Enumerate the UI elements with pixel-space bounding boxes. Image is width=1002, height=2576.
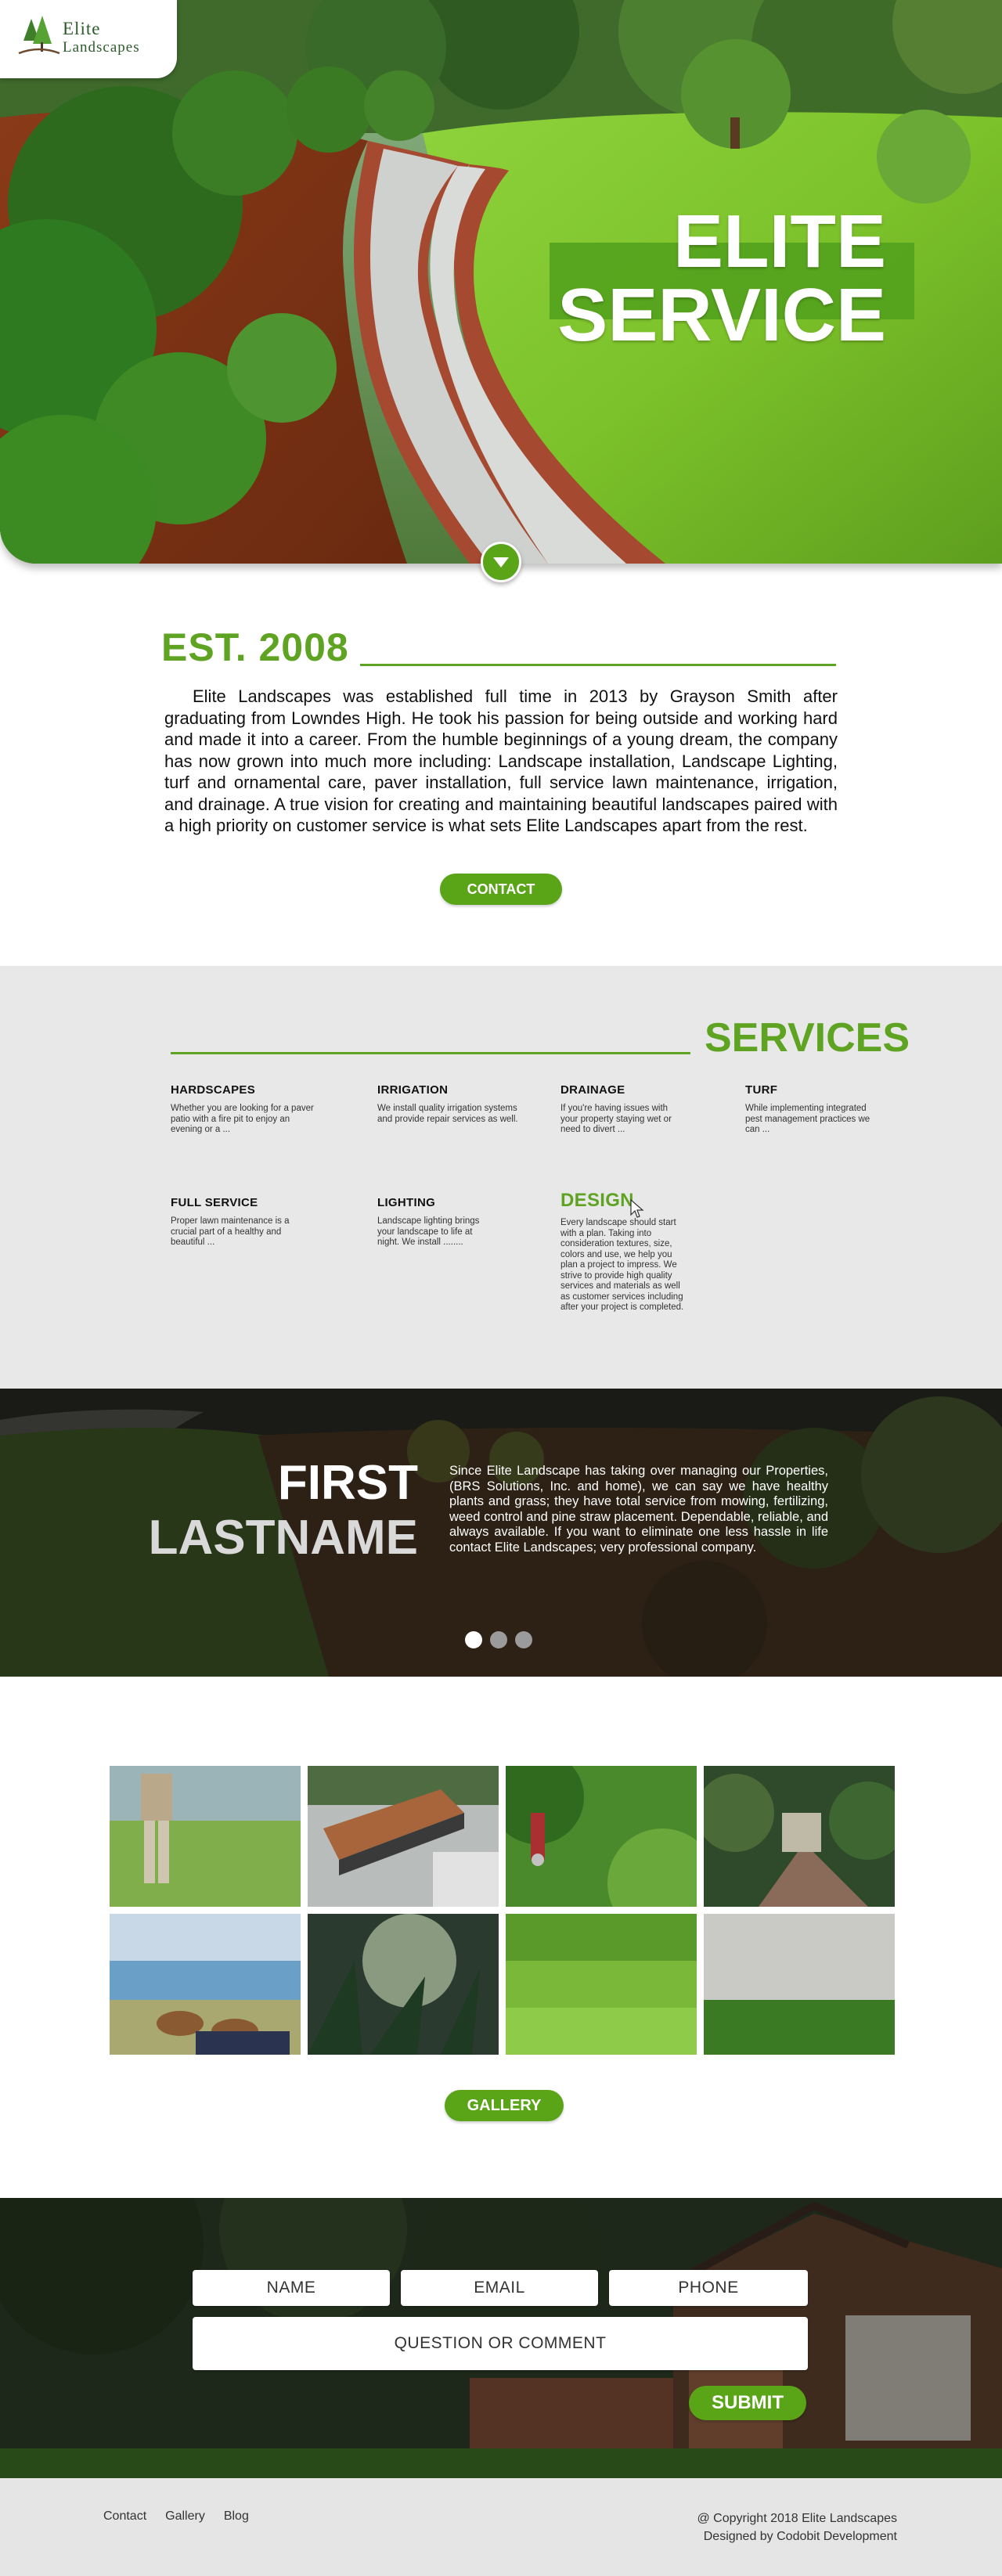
gallery-button[interactable]: GALLERY: [445, 2090, 564, 2121]
logo-text-line2: Landscapes: [63, 39, 140, 56]
service-text: While implementing integrated pest manag…: [745, 1104, 870, 1134]
comment-textarea[interactable]: QUESTION OR COMMENT: [193, 2317, 808, 2370]
gallery-image-turf[interactable]: [506, 1914, 697, 2055]
hero-section: Elite Landscapes ELITE SERVICE: [0, 0, 1002, 564]
service-text: Whether you are looking for a paver pati…: [171, 1104, 314, 1134]
copyright-text: @ Copyright 2018 Elite Landscapes: [697, 2512, 897, 2525]
testimonial-author: FIRST LASTNAME: [149, 1456, 418, 1565]
service-drainage[interactable]: DRAINAGE If you're having issues with yo…: [560, 1083, 686, 1136]
hero-title-line2: SERVICE: [557, 273, 886, 357]
carousel-dot-1[interactable]: [465, 1631, 482, 1648]
service-irrigation[interactable]: IRRIGATION We install quality irrigation…: [377, 1083, 526, 1125]
about-heading-divider: [360, 664, 836, 666]
gallery-image-lake-shoes[interactable]: [110, 1914, 301, 2055]
footer-credits: @ Copyright 2018 Elite Landscapes Design…: [697, 2509, 897, 2545]
services-section: SERVICES HARDSCAPES Whether you are look…: [0, 966, 1002, 1389]
footer: Contact Gallery Blog @ Copyright 2018 Elit…: [0, 2478, 1002, 2576]
service-title: IRRIGATION: [377, 1083, 449, 1097]
name-input[interactable]: NAME: [193, 2270, 390, 2306]
service-title: DESIGN: [560, 1190, 634, 1211]
gallery-image-fence-lawn[interactable]: [704, 1914, 895, 2055]
testimonial-author-first: FIRST: [277, 1456, 418, 1510]
service-text: If you're having issues with your proper…: [560, 1104, 672, 1134]
contact-button[interactable]: CONTACT: [440, 874, 562, 905]
services-divider: [171, 1052, 690, 1054]
footer-link-contact[interactable]: Contact: [103, 2509, 146, 2523]
gallery-image-sprinkler[interactable]: [506, 1766, 697, 1907]
service-title: HARDSCAPES: [171, 1083, 256, 1097]
email-input[interactable]: EMAIL: [401, 2270, 598, 2306]
testimonial-section: FIRST LASTNAME Since Elite Landscape has…: [0, 1389, 1002, 1677]
hero-title-line1: ELITE: [672, 200, 886, 283]
service-text: Every landscape should start with a plan…: [560, 1218, 684, 1312]
submit-button[interactable]: SUBMIT: [689, 2386, 806, 2420]
service-lighting[interactable]: LIGHTING Landscape lighting brings your …: [377, 1196, 495, 1248]
footer-link-gallery[interactable]: Gallery: [165, 2509, 205, 2523]
testimonial-author-last: LASTNAME: [148, 1511, 418, 1565]
designer-credit: Designed by Codobit Development: [703, 2530, 897, 2543]
service-turf[interactable]: TURF While implementing integrated pest …: [745, 1083, 870, 1136]
service-full-service[interactable]: FULL SERVICE Proper lawn maintenance is …: [171, 1196, 304, 1248]
footer-links: Contact Gallery Blog: [103, 2509, 268, 2524]
gallery-image-garden-path[interactable]: [704, 1766, 895, 1907]
carousel-dot-2[interactable]: [490, 1631, 507, 1648]
gallery-image-golfer[interactable]: [110, 1766, 301, 1907]
services-title: SERVICES: [705, 1015, 910, 1061]
about-heading: EST. 2008: [161, 625, 349, 669]
gallery-image-grass-closeup[interactable]: [308, 1914, 499, 2055]
service-hardscapes[interactable]: HARDSCAPES Whether you are looking for a…: [171, 1083, 319, 1136]
carousel-dot-3[interactable]: [515, 1631, 532, 1648]
page: Elite Landscapes ELITE SERVICE EST. 2008…: [0, 0, 1002, 2576]
service-title: FULL SERVICE: [171, 1196, 258, 1209]
service-design[interactable]: DESIGN Every landscape should start with…: [560, 1190, 684, 1313]
mouse-cursor-icon: [630, 1199, 644, 1218]
service-text: Proper lawn maintenance is a crucial par…: [171, 1216, 290, 1247]
service-title: LIGHTING: [377, 1196, 436, 1209]
service-title: DRAINAGE: [560, 1083, 625, 1097]
footer-link-blog[interactable]: Blog: [224, 2509, 249, 2523]
service-text: Landscape lighting brings your landscape…: [377, 1216, 480, 1247]
about-text: Elite Landscapes was established full ti…: [164, 686, 838, 835]
scroll-down-button[interactable]: [481, 542, 521, 582]
testimonial-quote: Since Elite Landscape has taking over ma…: [449, 1464, 828, 1555]
hero-title: ELITE SERVICE: [557, 200, 886, 357]
phone-input[interactable]: PHONE: [609, 2270, 808, 2306]
logo[interactable]: Elite Landscapes: [0, 0, 177, 78]
carousel-dots: [465, 1631, 540, 1652]
service-title: TURF: [745, 1083, 778, 1097]
tree-logo-icon: [18, 16, 60, 55]
logo-text-line1: Elite: [63, 19, 101, 38]
gallery-image-bench[interactable]: [308, 1766, 499, 1907]
service-text: We install quality irrigation systems an…: [377, 1104, 518, 1124]
